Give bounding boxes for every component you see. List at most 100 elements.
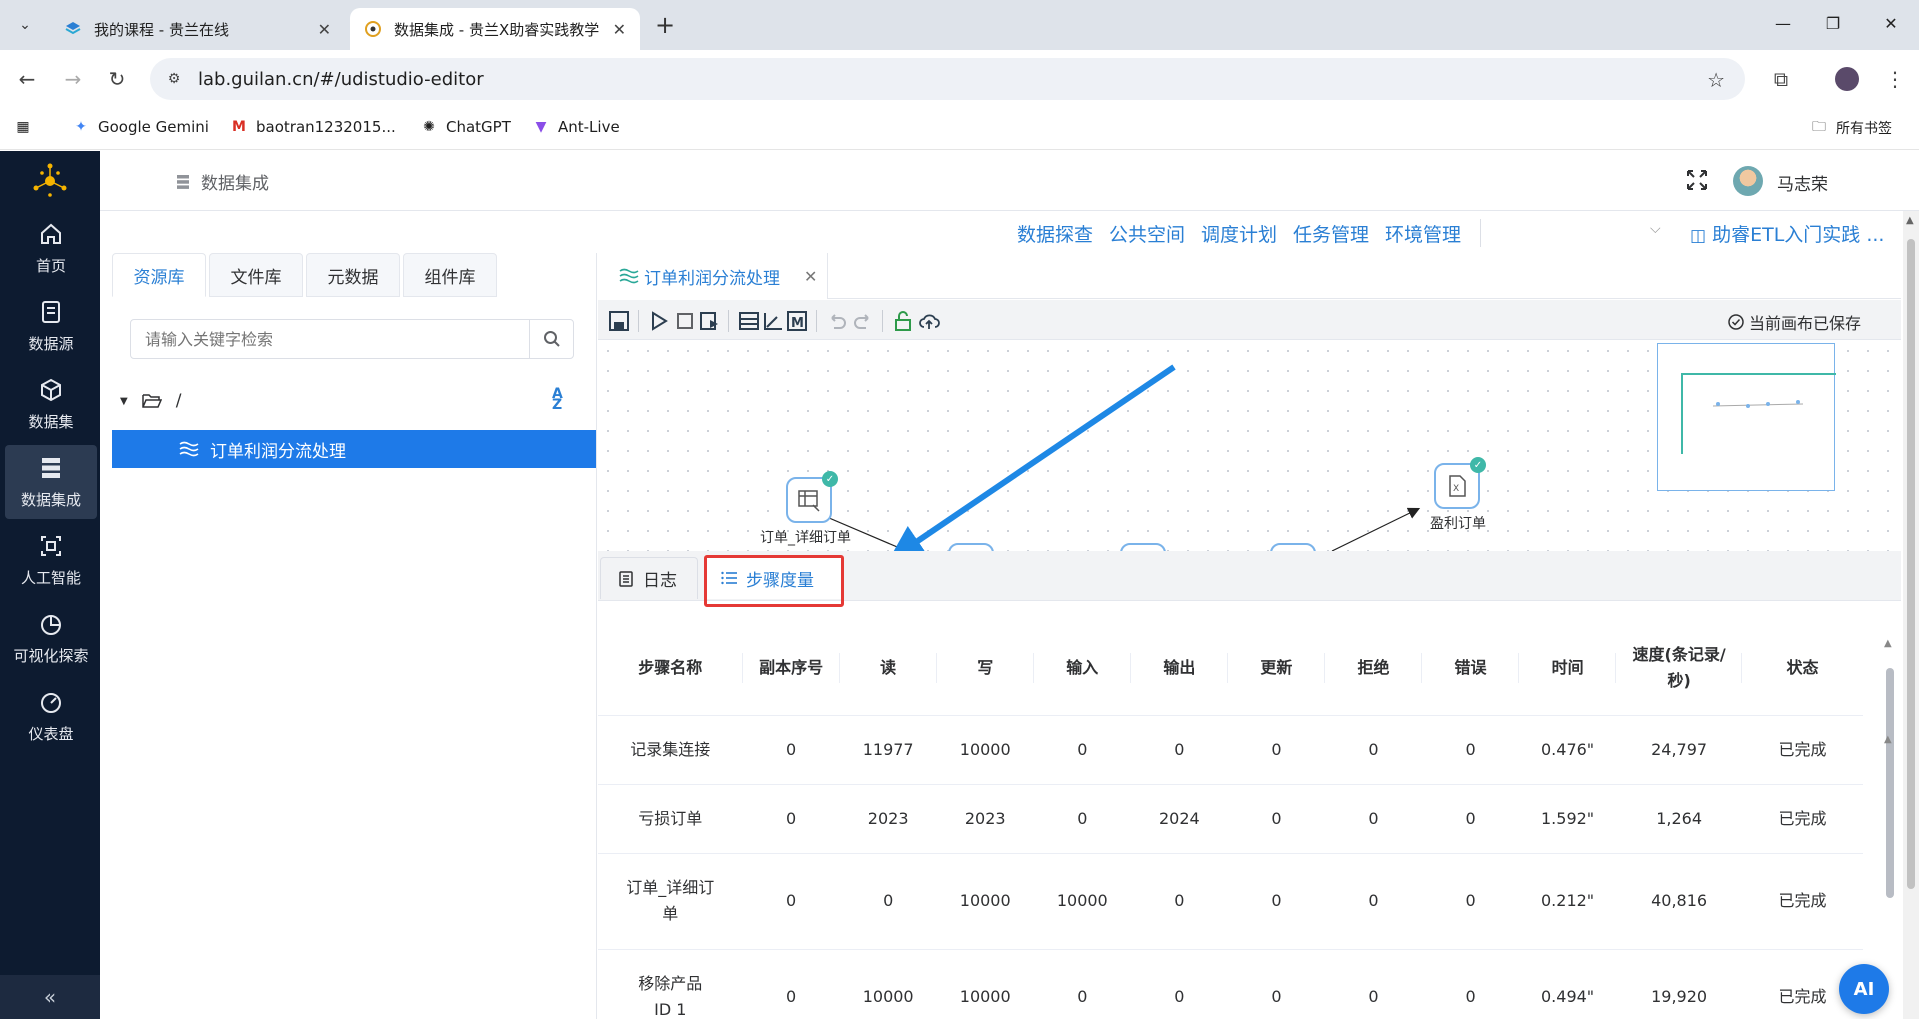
- avatar[interactable]: [1733, 166, 1763, 196]
- scroll-thumb[interactable]: [1907, 239, 1915, 889]
- tab-search-button[interactable]: ⌄: [10, 10, 40, 40]
- table-row: 订单_详细订单 0 0 10000 10000 0 0 0 0 0.212" 40,816 已完成: [598, 853, 1863, 950]
- sidebar-item-datasource[interactable]: 数据源: [5, 289, 97, 363]
- ai-icon: [41, 535, 61, 556]
- table-row: 记录集连接 0 11977 10000 0 0 0 0 0 0.476" 24,797 已完成: [598, 715, 1863, 785]
- workflow-canvas[interactable]: ✓ 订单_详细订单 X ✓ 盈利订单: [598, 341, 1901, 551]
- bookmark-gemini[interactable]: ✦ Google Gemini: [72, 118, 209, 136]
- node-partial[interactable]: [948, 543, 994, 551]
- project-selector[interactable]: ◫ 助睿ETL入门实践 ...: [1690, 220, 1884, 247]
- table-row: 移除产品ID 1 0 10000 10000 0 0 0 0 0 0.494" 19,920 已完成: [598, 949, 1863, 1019]
- profile-avatar[interactable]: [1832, 64, 1862, 94]
- table-input-icon: [798, 490, 820, 512]
- sidebar-item-home[interactable]: 首页: [5, 211, 97, 285]
- search-button[interactable]: [529, 320, 573, 358]
- sidebar-item-visual-explore[interactable]: 可视化探索: [5, 601, 97, 675]
- nav-divider: [1480, 219, 1481, 247]
- scroll-up-icon[interactable]: ▲: [1884, 734, 1892, 745]
- table-scrollbar[interactable]: ▲ ▲: [1884, 638, 1896, 1018]
- bookmark-gmail[interactable]: Mbaotran1232015...: [230, 118, 396, 136]
- editor-tab[interactable]: 订单利润分流处理 ✕: [598, 253, 828, 299]
- list-numbered-icon: [721, 571, 737, 585]
- resource-panel: 资源库 文件库 元数据 组件库 ▼ / AZ 订单利润分流处理: [100, 253, 597, 1019]
- close-icon[interactable]: ✕: [804, 267, 817, 286]
- close-icon[interactable]: ✕: [318, 20, 331, 39]
- close-icon[interactable]: ✕: [613, 20, 626, 39]
- search-input[interactable]: [131, 320, 529, 358]
- project-icon: ◫: [1690, 226, 1707, 246]
- browser-tab[interactable]: 我的课程 - 贵兰在线 ✕: [50, 8, 345, 50]
- sidebar-item-dataset[interactable]: 数据集: [5, 367, 97, 441]
- layout-icon[interactable]: [738, 310, 760, 332]
- redo-icon[interactable]: [852, 310, 874, 332]
- all-bookmarks[interactable]: 🗀 所有书签: [1810, 118, 1892, 138]
- tab-repository[interactable]: 资源库: [112, 253, 206, 297]
- undo-icon[interactable]: [826, 310, 848, 332]
- nav-data-explore[interactable]: 数据探查: [1017, 220, 1093, 247]
- new-tab-button[interactable]: +: [650, 10, 680, 40]
- nav-schedule[interactable]: 调度计划: [1201, 220, 1277, 247]
- node-profit-orders[interactable]: X ✓: [1434, 457, 1486, 509]
- minimap-preview: [1681, 373, 1848, 454]
- run-icon[interactable]: [648, 310, 670, 332]
- sidebar-item-ai[interactable]: 人工智能: [5, 523, 97, 597]
- forward-button[interactable]: →: [58, 64, 88, 94]
- node-detail-orders[interactable]: ✓: [786, 471, 838, 523]
- table-header: 时间: [1519, 621, 1617, 716]
- tree-root[interactable]: ▼ /: [120, 391, 181, 411]
- restore-button[interactable]: ❐: [1813, 8, 1853, 38]
- table-header: 拒绝: [1324, 621, 1422, 716]
- unlock-icon[interactable]: [892, 310, 914, 332]
- bookmark-antlive[interactable]: ▼ Ant-Live: [532, 118, 620, 136]
- node-partial[interactable]: [1270, 543, 1316, 551]
- window-close-button[interactable]: ✕: [1871, 8, 1911, 38]
- table-header: 写: [936, 621, 1034, 716]
- back-button[interactable]: ←: [12, 64, 42, 94]
- editor-area: 订单利润分流处理 ✕ M 当前画布已保存 ✓ 订单_详细订单 X ✓ 盈利订单 …: [598, 253, 1901, 1019]
- search-icon: [543, 331, 560, 347]
- address-bar[interactable]: ⚙ lab.guilan.cn/#/udistudio-editor ☆: [150, 58, 1745, 100]
- user-name[interactable]: 马志荣: [1777, 170, 1828, 195]
- save-icon[interactable]: [608, 310, 630, 332]
- browser-menu-icon[interactable]: ⋮: [1880, 64, 1910, 94]
- tree-item-selected[interactable]: 订单利润分流处理: [112, 430, 596, 468]
- fullscreen-icon[interactable]: [1685, 168, 1709, 192]
- site-info-icon[interactable]: ⚙: [164, 69, 184, 89]
- axis-icon[interactable]: [762, 310, 784, 332]
- sidebar-collapse-button[interactable]: «: [0, 975, 100, 1019]
- reload-button[interactable]: ↻: [102, 64, 132, 94]
- url-text[interactable]: lab.guilan.cn/#/udistudio-editor: [198, 69, 484, 90]
- bookmark-star-icon[interactable]: ☆: [1707, 68, 1725, 92]
- upload-cloud-icon[interactable]: [918, 310, 940, 332]
- nav-env-manage[interactable]: 环境管理: [1385, 220, 1461, 247]
- nav-public-space[interactable]: 公共空间: [1109, 220, 1185, 247]
- scroll-up-icon[interactable]: ▲: [1884, 638, 1892, 649]
- browser-tab-active[interactable]: 数据集成 - 贵兰X助睿实践教学 ✕: [350, 8, 640, 50]
- scroll-up-icon[interactable]: ▲: [1906, 215, 1914, 226]
- metrics-icon[interactable]: M: [786, 310, 808, 332]
- chatgpt-icon: ✺: [423, 119, 435, 135]
- scroll-thumb[interactable]: [1886, 668, 1894, 898]
- ai-assistant-button[interactable]: AI: [1839, 964, 1889, 1014]
- page-scrollbar[interactable]: ▲: [1903, 211, 1919, 1019]
- tab-step-metrics[interactable]: 步骤度量: [704, 557, 844, 599]
- app-header: 数据集成 马志荣: [100, 151, 1919, 211]
- chevron-down-icon[interactable]: ⌵: [1650, 221, 1661, 237]
- tab-files[interactable]: 文件库: [209, 253, 303, 297]
- sidebar-item-dashboard[interactable]: 仪表盘: [5, 679, 97, 753]
- sidebar-item-integration[interactable]: 数据集成: [5, 445, 97, 519]
- extensions-icon[interactable]: ⧉: [1766, 64, 1796, 94]
- preview-icon[interactable]: [698, 310, 720, 332]
- tab-log[interactable]: 日志: [600, 557, 698, 599]
- bookmark-chatgpt[interactable]: ✺ ChatGPT: [420, 118, 511, 136]
- nav-task-manage[interactable]: 任务管理: [1293, 220, 1369, 247]
- caret-down-icon[interactable]: ▼: [120, 396, 128, 407]
- stop-icon[interactable]: [674, 310, 696, 332]
- canvas-minimap[interactable]: [1657, 343, 1848, 491]
- tab-components[interactable]: 组件库: [403, 253, 497, 297]
- node-partial[interactable]: [1120, 543, 1166, 551]
- minimize-button[interactable]: —: [1763, 8, 1803, 38]
- apps-grid-icon[interactable]: ▦: [14, 118, 40, 136]
- tab-metadata[interactable]: 元数据: [306, 253, 400, 297]
- sort-az-icon[interactable]: AZ: [552, 387, 572, 412]
